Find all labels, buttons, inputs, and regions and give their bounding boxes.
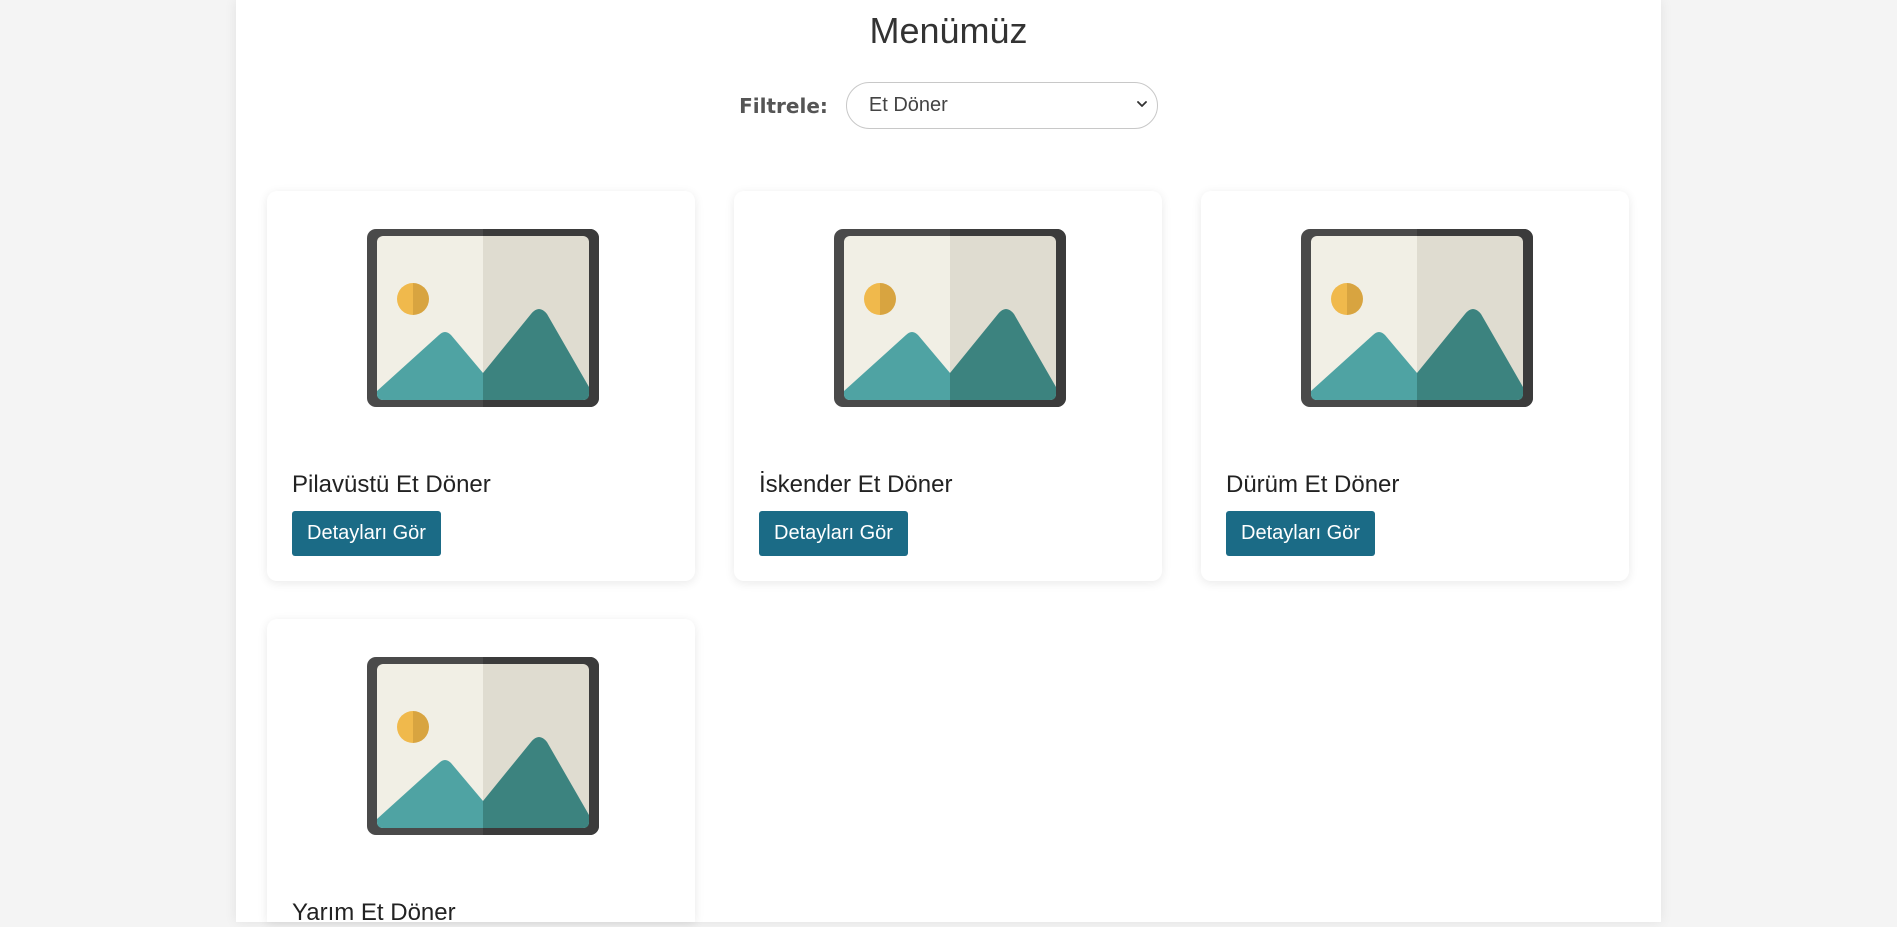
details-button[interactable]: Detayları Gör bbox=[292, 511, 441, 556]
product-name: Yarım Et Döner bbox=[292, 899, 456, 926]
product-card: Yarım Et Döner bbox=[267, 619, 695, 926]
product-name: Pilavüstü Et Döner bbox=[292, 471, 491, 498]
page-title: Menümüz bbox=[869, 10, 1028, 51]
image-placeholder-icon bbox=[367, 657, 599, 835]
details-button[interactable]: Detayları Gör bbox=[759, 511, 908, 556]
product-name: Dürüm Et Döner bbox=[1226, 471, 1400, 498]
image-placeholder-icon bbox=[834, 229, 1066, 407]
chevron-down-icon bbox=[1136, 101, 1147, 107]
product-card: İskender Et Döner Detayları Gör bbox=[734, 191, 1162, 581]
filter-label: Filtrele: bbox=[739, 93, 828, 118]
product-card: Dürüm Et Döner Detayları Gör bbox=[1201, 191, 1629, 581]
category-filter-select[interactable]: Et Döner bbox=[845, 82, 1158, 129]
details-button[interactable]: Detayları Gör bbox=[1226, 511, 1375, 556]
image-placeholder-icon bbox=[367, 229, 599, 407]
filter-row: Filtrele: Et Döner bbox=[236, 82, 1661, 129]
product-card: Pilavüstü Et Döner Detayları Gör bbox=[267, 191, 695, 581]
filter-selected-value: Et Döner bbox=[868, 94, 948, 116]
main-container: Menümüz Filtrele: Et Döner Pilavüstü Et … bbox=[236, 0, 1661, 926]
image-placeholder-icon bbox=[1301, 229, 1533, 407]
product-name: İskender Et Döner bbox=[759, 471, 953, 498]
